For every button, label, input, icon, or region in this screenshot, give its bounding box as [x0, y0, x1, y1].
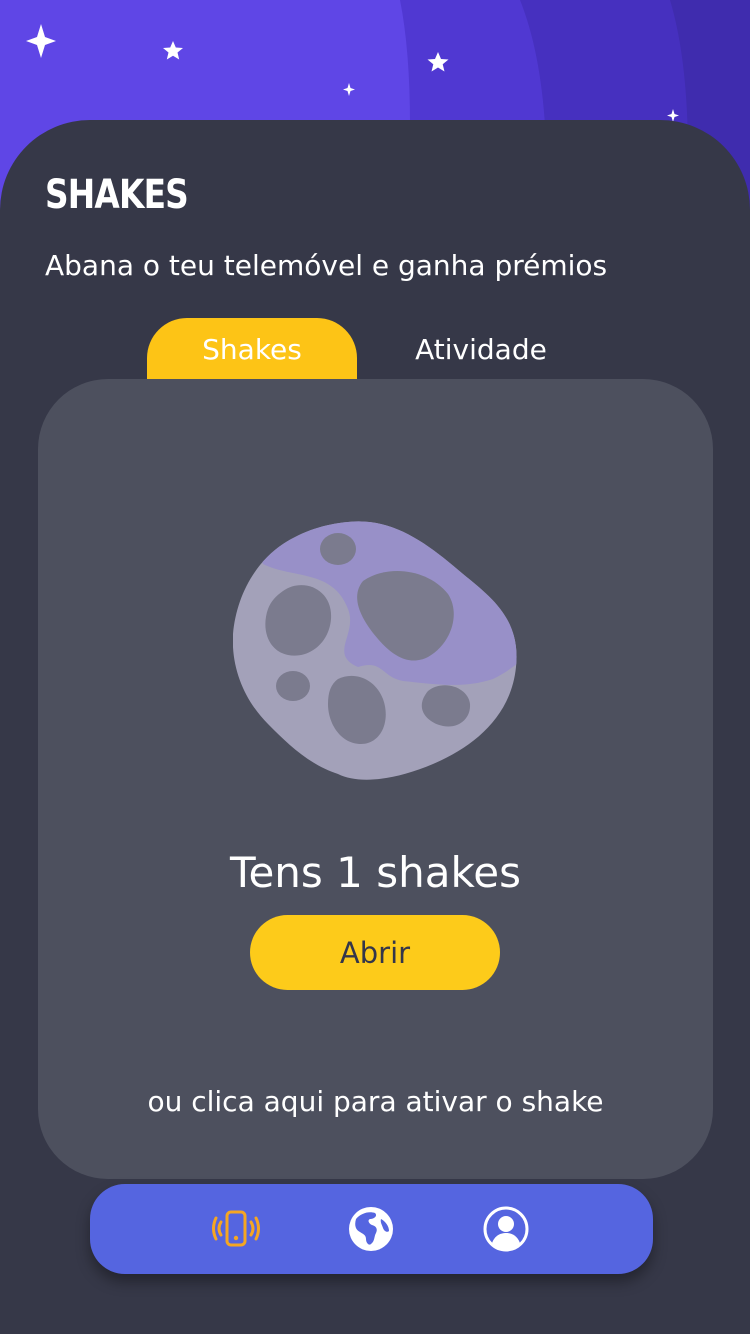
- open-button-label: Abrir: [339, 935, 411, 970]
- page-title: SHAKES: [45, 172, 189, 218]
- globe-icon: [349, 1207, 393, 1251]
- nav-explore-button[interactable]: [347, 1205, 395, 1253]
- tab-shakes[interactable]: Shakes: [147, 318, 357, 380]
- nav-profile-button[interactable]: [482, 1205, 530, 1253]
- activate-shake-link[interactable]: ou clica aqui para ativar o shake: [38, 1082, 713, 1122]
- nav-shakes-button[interactable]: [212, 1205, 260, 1253]
- tab-atividade[interactable]: Atividade: [357, 318, 605, 380]
- user-profile-icon: [483, 1206, 529, 1252]
- page-subtitle: Abana o teu telemóvel e ganha prémios: [45, 249, 608, 282]
- asteroid-illustration: [233, 521, 517, 780]
- open-button[interactable]: Abrir: [250, 915, 500, 990]
- shake-card: Tens 1 shakes Abrir ou clica aqui para a…: [38, 379, 713, 1179]
- tab-bar: Shakes Atividade: [147, 318, 605, 380]
- shakes-count-text: Tens 1 shakes: [229, 848, 522, 897]
- phone-vibrate-icon: [212, 1210, 260, 1247]
- tab-shakes-label: Shakes: [202, 332, 302, 366]
- tab-atividade-label: Atividade: [415, 332, 547, 366]
- bottom-navigation: [90, 1184, 653, 1274]
